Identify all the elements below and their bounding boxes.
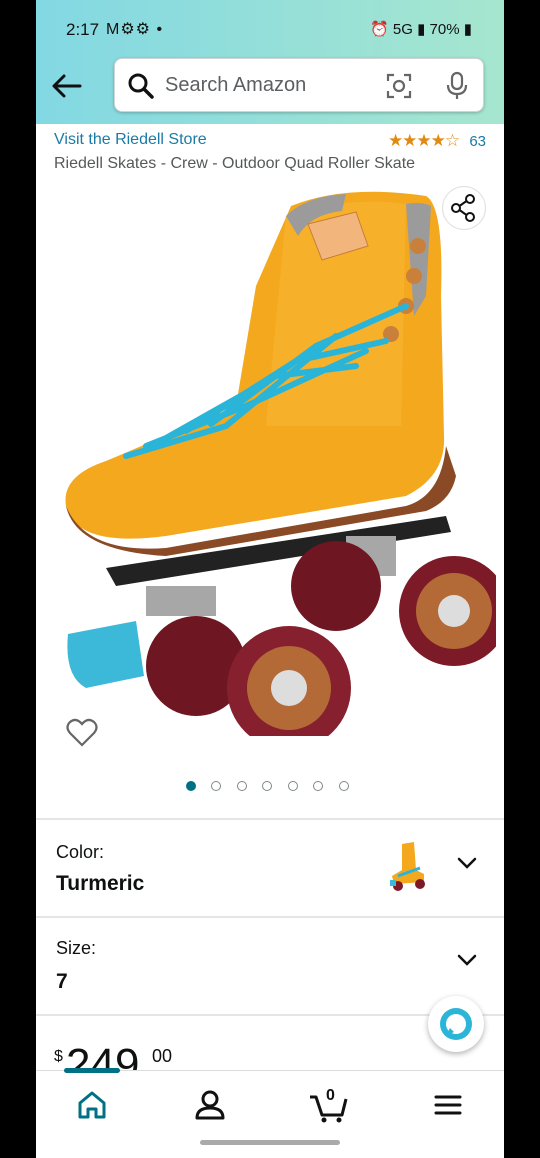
- search-placeholder[interactable]: Search Amazon: [165, 74, 306, 97]
- search-icon: [128, 73, 154, 99]
- size-label: Size:: [56, 938, 97, 958]
- battery-label: 70%: [429, 21, 460, 38]
- signal-icon: ▮: [417, 21, 426, 38]
- divider: [36, 818, 504, 820]
- search-bar[interactable]: Search Amazon: [114, 58, 484, 112]
- phone-screen: 2:17 M⚙⚙ • ⏰ 5G ▮ 70% ▮ Search Amazon Vi…: [36, 0, 504, 1158]
- alexa-button[interactable]: [428, 996, 484, 1052]
- rating-summary[interactable]: ★★★★☆ 63: [388, 131, 486, 151]
- gesture-home-bar[interactable]: [200, 1140, 340, 1145]
- product-title: Riedell Skates - Crew - Outdoor Quad Rol…: [54, 155, 416, 172]
- app-header: 2:17 M⚙⚙ • ⏰ 5G ▮ 70% ▮ Search Amazon: [36, 0, 504, 124]
- share-button[interactable]: [442, 186, 486, 230]
- color-value: Turmeric: [56, 872, 145, 895]
- rating-stars: ★★★★☆: [387, 131, 460, 150]
- wishlist-heart-icon[interactable]: [66, 718, 98, 748]
- carousel-dot[interactable]: [211, 781, 222, 791]
- account-icon[interactable]: [190, 1085, 230, 1125]
- status-bar: 2:17 M⚙⚙ • ⏰ 5G ▮ 70% ▮: [36, 14, 504, 50]
- chevron-down-icon[interactable]: [456, 953, 478, 967]
- active-tab-indicator: [64, 1068, 120, 1073]
- rating-count: 63: [469, 133, 486, 150]
- alexa-icon: [440, 1008, 472, 1040]
- alarm-icon: ⏰: [370, 21, 389, 38]
- status-time: 2:17: [66, 20, 100, 39]
- price-fraction: 00: [152, 1046, 173, 1066]
- product-image[interactable]: [46, 176, 496, 736]
- color-label: Color:: [56, 842, 105, 862]
- bottom-navigation: 0: [36, 1070, 504, 1135]
- network-label: 5G: [392, 21, 413, 38]
- cart-button[interactable]: 0: [308, 1085, 348, 1125]
- carousel-dot[interactable]: [236, 781, 247, 791]
- price-currency: $: [54, 1048, 63, 1065]
- menu-icon[interactable]: [428, 1085, 468, 1125]
- carousel-dot[interactable]: [287, 781, 298, 791]
- divider: [36, 916, 504, 918]
- image-carousel-dots: [186, 778, 360, 792]
- microphone-icon[interactable]: [445, 71, 469, 101]
- carousel-dot[interactable]: [313, 781, 324, 791]
- size-value: 7: [56, 970, 68, 993]
- color-thumbnail: [390, 842, 425, 891]
- chevron-down-icon[interactable]: [456, 856, 478, 870]
- cart-count: 0: [326, 1087, 335, 1104]
- visit-store-link[interactable]: Visit the Riedell Store: [54, 131, 207, 149]
- share-icon: [451, 194, 475, 222]
- home-icon[interactable]: [72, 1085, 112, 1125]
- notification-icons: M⚙⚙ •: [106, 21, 164, 38]
- back-arrow-icon[interactable]: [50, 72, 84, 100]
- camera-scan-icon[interactable]: [385, 72, 413, 100]
- carousel-dot[interactable]: [262, 781, 273, 791]
- carousel-dot[interactable]: [186, 781, 196, 791]
- battery-icon: ▮: [463, 21, 472, 38]
- status-right: ⏰ 5G ▮ 70% ▮: [370, 20, 472, 38]
- carousel-dot[interactable]: [338, 781, 349, 791]
